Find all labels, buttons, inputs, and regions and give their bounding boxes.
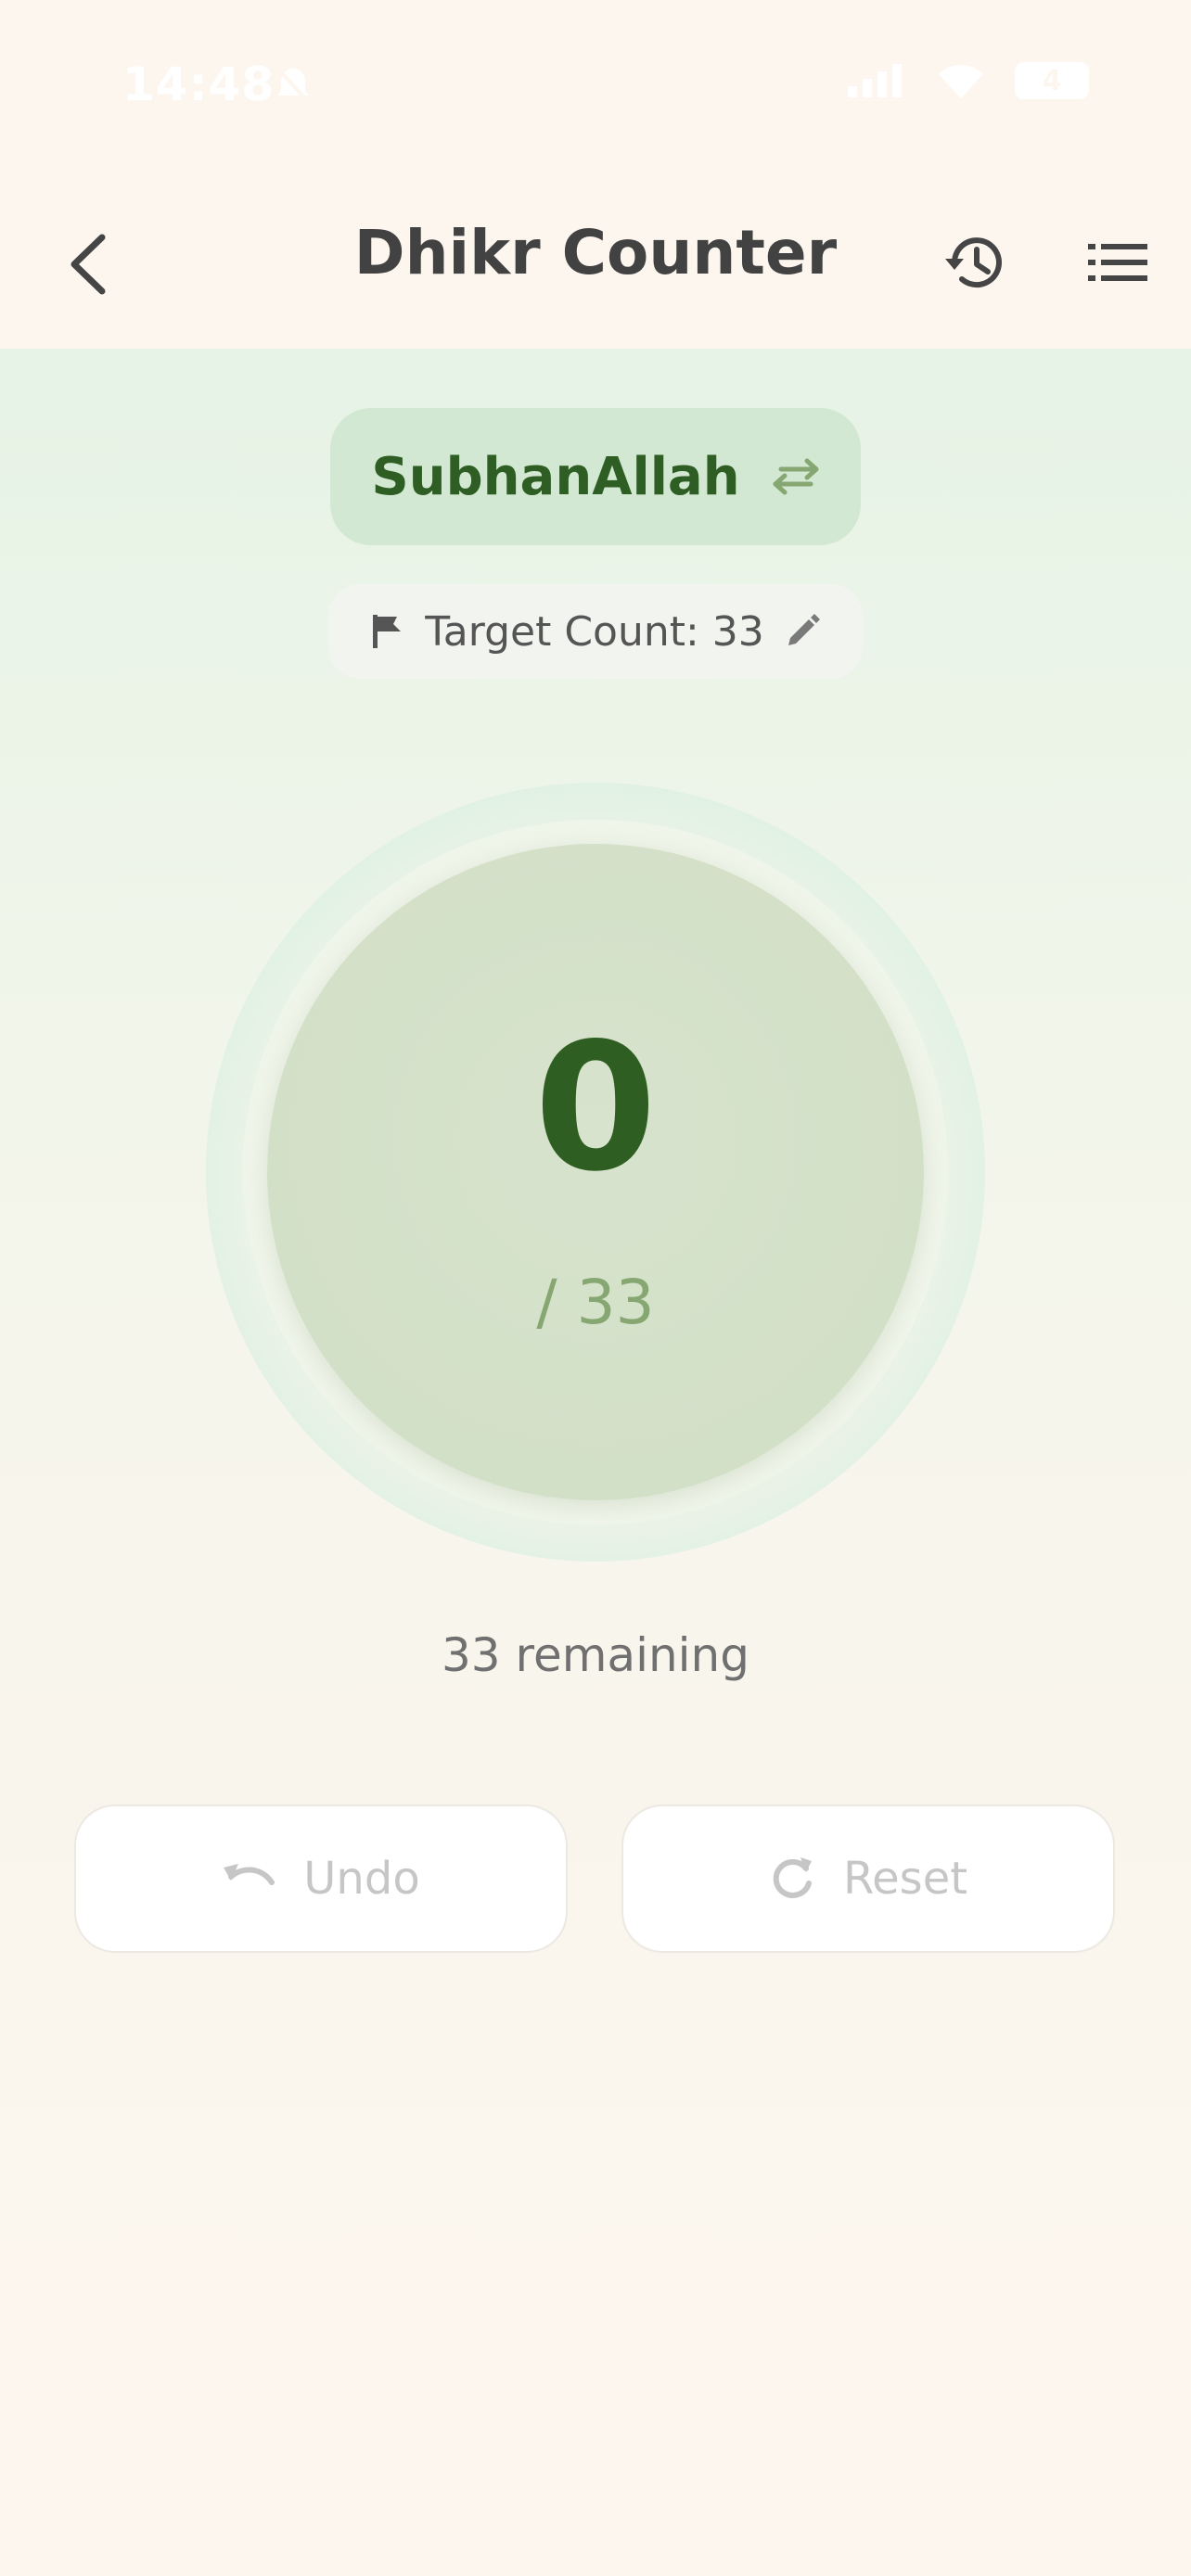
remaining-count: 33 remaining <box>442 1628 749 1682</box>
status-time: 14:48 <box>122 57 275 111</box>
history-icon <box>945 237 1002 288</box>
undo-icon <box>224 1864 275 1885</box>
undo-label: Undo <box>303 1853 420 1905</box>
dhikr-name: SubhanAllah <box>371 446 740 507</box>
battery-level: 4 <box>1042 64 1062 97</box>
count-target: / 33 <box>536 1267 655 1338</box>
dhikr-selector-button[interactable]: SubhanAllah <box>330 408 861 545</box>
target-count-label: Target Count: 33 <box>425 607 764 656</box>
bell-off-icon <box>276 67 310 104</box>
list-icon <box>1088 244 1147 281</box>
reset-button[interactable]: Reset <box>621 1804 1115 1953</box>
count-value: 0 <box>533 1005 658 1210</box>
status-icons: 4 <box>846 61 1089 100</box>
undo-button[interactable]: Undo <box>74 1804 568 1953</box>
refresh-icon <box>773 1857 812 1898</box>
reset-label: Reset <box>842 1853 968 1905</box>
battery-icon: 4 <box>1015 62 1089 99</box>
status-bar: 14:48 4 <box>0 0 1191 176</box>
flag-icon <box>373 615 402 648</box>
list-button[interactable] <box>1076 221 1159 304</box>
signal-icon <box>848 64 902 97</box>
wifi-icon <box>939 65 983 98</box>
edit-icon <box>788 614 820 645</box>
app-bar: Dhikr Counter <box>0 176 1191 349</box>
swap-icon <box>773 458 819 495</box>
target-count-button[interactable]: Target Count: 33 <box>328 584 863 679</box>
history-button[interactable] <box>933 221 1017 304</box>
